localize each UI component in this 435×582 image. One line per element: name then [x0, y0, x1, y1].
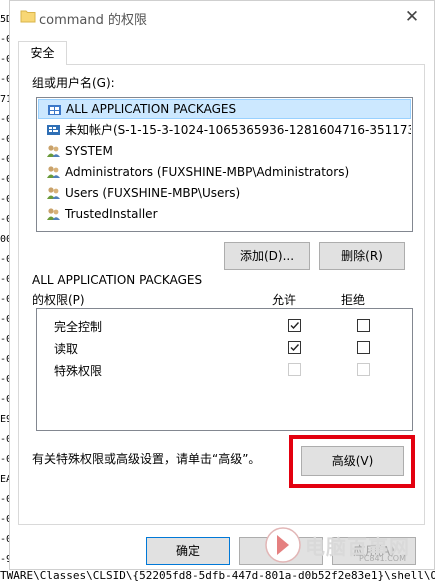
background-text-fragment: -0: [0, 134, 9, 145]
permissions-list: 完全控制读取特殊权限: [36, 308, 413, 431]
advanced-hint: 有关特殊权限或高级设置，请单击“高级”。: [32, 452, 261, 466]
background-text-fragment: -0: [0, 174, 9, 185]
allow-header: 允许: [272, 293, 297, 307]
permissions-dialog: command 的权限 ✕ 安全 组或用户名(G): ALL APPLICATI…: [9, 0, 435, 570]
background-status-line: TWARE\Classes\CLSID\{52205fd8-5dfb-447d-…: [0, 570, 435, 582]
highlight-box: [289, 435, 415, 488]
background-text-fragment: -0: [0, 374, 9, 385]
listbox-item-label: Users (FUXSHINE-MBP\Users): [65, 186, 241, 200]
groups-label: 组或用户名(G):: [32, 76, 115, 90]
background-text-fragment: -0: [0, 154, 9, 165]
background-text-fragment: -0: [0, 494, 9, 505]
users-group-icon: [46, 207, 61, 221]
background-text-fragment: -0: [0, 334, 9, 345]
background-text-fragment: -0: [0, 114, 9, 125]
users-group-icon: [46, 144, 61, 158]
users-group-icon: [46, 186, 61, 200]
permission-row: 完全控制: [37, 314, 412, 336]
permission-row: 读取: [37, 336, 412, 358]
permission-row: 特殊权限: [37, 358, 412, 380]
listbox-item[interactable]: 未知帐户(S-1-15-3-1024-1065365936-1281604716…: [38, 120, 411, 140]
background-text-fragment: E9: [0, 414, 9, 425]
background-text-fragment: -0: [0, 74, 9, 85]
window-title: command 的权限: [39, 13, 148, 28]
background-text-fragment: -0: [0, 214, 9, 225]
close-icon: ✕: [404, 7, 420, 27]
allow-checkbox[interactable]: [288, 319, 301, 332]
allow-checkbox: [288, 363, 301, 376]
listbox-item[interactable]: Administrators (FUXSHINE-MBP\Administrat…: [38, 162, 411, 182]
folder-icon: [20, 10, 36, 23]
listbox-item-label: TrustedInstaller: [65, 207, 158, 221]
app-packages-icon: [47, 103, 62, 117]
permission-name: 完全控制: [54, 320, 103, 334]
deny-checkbox[interactable]: [357, 341, 370, 354]
background-text-fragment: -9: [0, 554, 9, 565]
title-bar: command 的权限 ✕: [10, 1, 434, 33]
watermark-subtext: PC841.COM: [359, 554, 407, 563]
background-text-fragment: -0: [0, 194, 9, 205]
background-text-fragment: -0: [0, 54, 9, 65]
deny-checkbox: [357, 363, 370, 376]
listbox-item-label: Administrators (FUXSHINE-MBP\Administrat…: [65, 165, 350, 179]
background-text-fragment: EA: [0, 474, 9, 485]
background-text-fragment: -0: [0, 254, 9, 265]
listbox-item[interactable]: ALL APPLICATION PACKAGES: [38, 99, 411, 119]
background-text-fragment: -0: [0, 274, 9, 285]
groups-listbox[interactable]: ALL APPLICATION PACKAGES 未知帐户(S-1-15-3-10…: [36, 97, 413, 232]
permissions-principal: ALL APPLICATION PACKAGES: [32, 273, 203, 287]
unknown-account-icon: [46, 123, 61, 137]
background-text-fragment: -0: [0, 354, 9, 365]
deny-header: 拒绝: [341, 293, 366, 307]
users-group-icon: [46, 165, 61, 179]
background-text-fragment: -0: [0, 434, 9, 445]
close-button[interactable]: ✕: [398, 4, 426, 30]
remove-button[interactable]: 删除(R): [319, 242, 405, 270]
background-text-fragment: -0: [0, 294, 9, 305]
background-text-fragment: -0: [0, 514, 9, 525]
deny-checkbox[interactable]: [357, 319, 370, 332]
background-text-fragment: -0: [0, 454, 9, 465]
background-text-fragment: -0: [0, 34, 9, 45]
background-text-fragment: -0: [0, 534, 9, 545]
background-text-fragment: 71: [0, 94, 9, 105]
background-text-fragment: 00: [0, 234, 9, 245]
tab-security[interactable]: 安全: [18, 41, 67, 65]
ok-button[interactable]: 确定: [146, 537, 230, 565]
background-text-fragment: -0: [0, 314, 9, 325]
listbox-item[interactable]: SYSTEM: [38, 141, 411, 161]
permission-name: 特殊权限: [54, 364, 103, 378]
listbox-item-label: SYSTEM: [65, 144, 113, 158]
listbox-item[interactable]: TrustedInstaller: [38, 204, 411, 224]
allow-checkbox[interactable]: [288, 341, 301, 354]
add-button[interactable]: 添加(D)...: [224, 242, 310, 270]
permissions-label: 的权限(P): [32, 293, 85, 307]
watermark-logo-icon: [265, 527, 301, 563]
listbox-item[interactable]: Users (FUXSHINE-MBP\Users): [38, 183, 411, 203]
listbox-item-label: 未知帐户(S-1-15-3-1024-1065365936-1281604716…: [65, 123, 411, 137]
background-text-fragment: 5D: [0, 14, 9, 25]
watermark: 电脑百事网 PC841.COM: [263, 525, 433, 565]
permission-name: 读取: [54, 342, 79, 356]
listbox-item-label: ALL APPLICATION PACKAGES: [66, 102, 237, 116]
background-text-fragment: -0: [0, 394, 9, 405]
